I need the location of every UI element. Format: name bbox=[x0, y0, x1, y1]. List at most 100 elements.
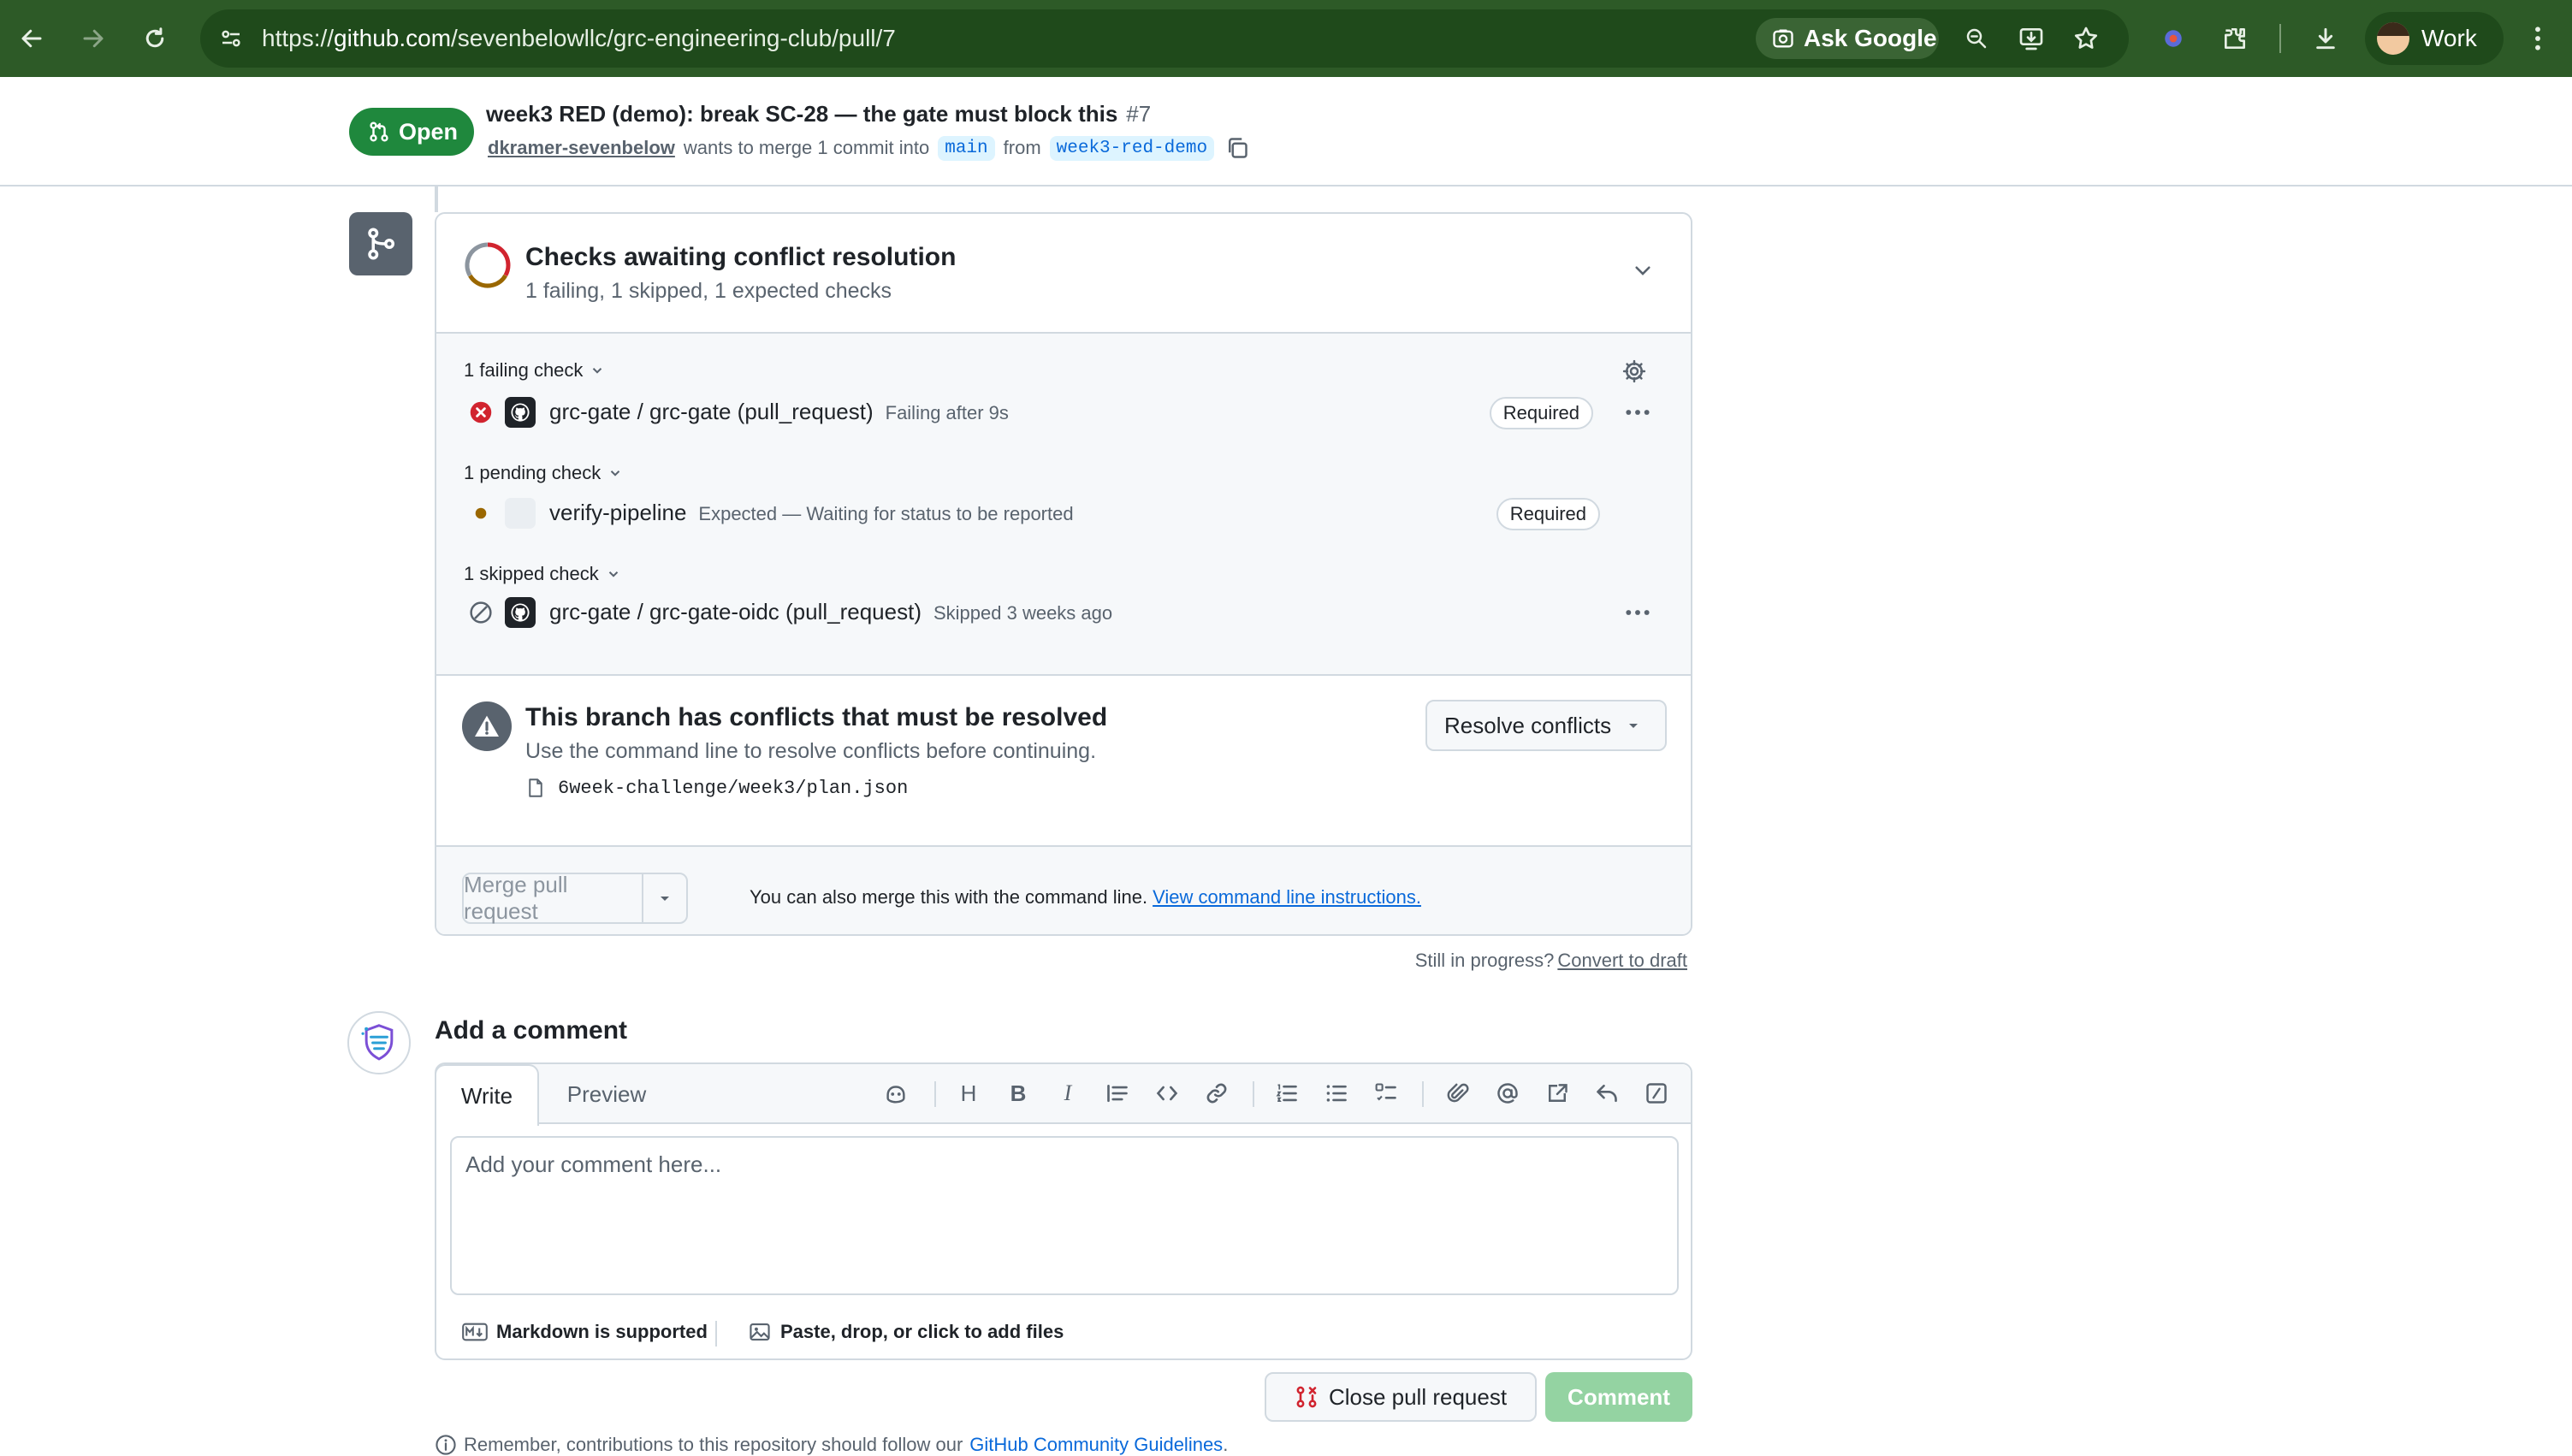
editor-footer: Markdown is supported Paste, drop, or cl… bbox=[436, 1304, 1691, 1360]
pr-state-label: Open bbox=[399, 118, 459, 145]
merge-pull-request-button[interactable]: Merge pull request bbox=[464, 872, 643, 924]
check-name[interactable]: grc-gate / grc-gate-oidc (pull_request) bbox=[549, 599, 922, 624]
draft-prompt-text: Still in progress? bbox=[1414, 950, 1555, 971]
reload-icon[interactable] bbox=[133, 17, 176, 60]
attach-files-button[interactable]: Paste, drop, or click to add files bbox=[748, 1321, 1064, 1343]
draft-prompt: Still in progress? Convert to draft bbox=[1415, 950, 1687, 972]
copilot-icon[interactable] bbox=[879, 1076, 913, 1110]
forward-icon[interactable] bbox=[72, 17, 115, 60]
pr-from-text: from bbox=[1003, 137, 1041, 158]
github-actions-icon bbox=[505, 397, 536, 428]
check-row-verify-pipeline[interactable]: verify-pipeline Expected — Waiting for st… bbox=[436, 491, 1691, 534]
kebab-menu-icon[interactable] bbox=[1619, 397, 1656, 428]
check-name[interactable]: grc-gate / grc-gate (pull_request) bbox=[549, 399, 874, 424]
address-bar[interactable]: https://github.com/sevenbelowllc/grc-eng… bbox=[200, 9, 2129, 68]
caret-down-icon bbox=[661, 897, 669, 901]
profile-label: Work bbox=[2421, 25, 2477, 51]
check-row-grc-gate-oidc[interactable]: grc-gate / grc-gate-oidc (pull_request) S… bbox=[436, 590, 1691, 633]
skipped-icon bbox=[469, 601, 493, 624]
checks-header[interactable]: Checks awaiting conflict resolution 1 fa… bbox=[436, 214, 1691, 334]
add-comment-heading: Add a comment bbox=[435, 1016, 628, 1045]
merge-options-dropdown[interactable] bbox=[643, 874, 686, 922]
paperclip-icon[interactable] bbox=[1441, 1076, 1475, 1110]
profile-button[interactable]: Work bbox=[2365, 12, 2504, 65]
pr-merge-text: wants to merge 1 commit into bbox=[683, 137, 930, 158]
skipped-group-label: 1 skipped check bbox=[464, 563, 599, 584]
tab-write[interactable]: Write bbox=[435, 1064, 539, 1126]
ordered-list-icon[interactable] bbox=[1270, 1076, 1304, 1110]
link-icon[interactable] bbox=[1200, 1076, 1234, 1110]
check-description: Failing after 9s bbox=[885, 402, 1009, 423]
back-icon[interactable] bbox=[10, 17, 53, 60]
pending-group-label: 1 pending check bbox=[464, 462, 602, 483]
skipped-checks-toggle[interactable]: 1 skipped check bbox=[464, 563, 621, 585]
comment-submit-button[interactable]: Comment bbox=[1545, 1372, 1692, 1422]
tab-preview[interactable]: Preview bbox=[551, 1064, 662, 1124]
ask-google-button[interactable]: Ask Google bbox=[1756, 18, 1939, 59]
remember-period: . bbox=[1223, 1434, 1229, 1455]
merge-row: Merge pull request You can also merge th… bbox=[436, 847, 1691, 934]
pr-meta: dkramer-sevenbelow wants to merge 1 comm… bbox=[488, 133, 1252, 163]
conflict-section: This branch has conflicts that must be r… bbox=[436, 676, 1691, 847]
attach-note: Paste, drop, or click to add files bbox=[780, 1321, 1064, 1342]
install-app-icon[interactable] bbox=[2012, 20, 2050, 57]
pending-checks-toggle[interactable]: 1 pending check bbox=[464, 462, 623, 484]
task-list-icon[interactable] bbox=[1369, 1076, 1403, 1110]
heading-icon[interactable]: H bbox=[951, 1076, 986, 1110]
extension-chromatic-icon[interactable] bbox=[2154, 20, 2192, 57]
convert-to-draft-link[interactable]: Convert to draft bbox=[1557, 950, 1687, 971]
quote-icon[interactable] bbox=[1100, 1076, 1135, 1110]
url-text[interactable]: https://github.com/sevenbelowllc/grc-eng… bbox=[262, 9, 896, 68]
timeline-connector bbox=[435, 186, 438, 212]
zoom-icon[interactable] bbox=[1958, 20, 1995, 57]
chevron-down-icon[interactable] bbox=[1626, 253, 1660, 287]
browser-toolbar: https://github.com/sevenbelowllc/grc-eng… bbox=[0, 0, 2572, 77]
gear-icon[interactable] bbox=[1619, 356, 1650, 387]
site-settings-icon[interactable] bbox=[216, 23, 246, 54]
head-branch-chip[interactable]: week3-red-demo bbox=[1049, 135, 1215, 161]
code-icon[interactable] bbox=[1150, 1076, 1184, 1110]
conflict-file: 6week-challenge/week3/plan.json bbox=[525, 777, 908, 799]
merge-command-line-note: You can also merge this with the command… bbox=[750, 886, 1421, 909]
comment-editor: Write Preview H B I Add your comment her… bbox=[435, 1062, 1692, 1360]
resolve-conflicts-label: Resolve conflicts bbox=[1444, 712, 1612, 738]
cross-reference-icon[interactable] bbox=[1540, 1076, 1574, 1110]
bookmark-star-icon[interactable] bbox=[2067, 20, 2105, 57]
community-guidelines-link[interactable]: GitHub Community Guidelines bbox=[969, 1434, 1223, 1456]
extensions-puzzle-icon[interactable] bbox=[2216, 20, 2254, 57]
slash-commands-icon[interactable] bbox=[1639, 1076, 1674, 1110]
close-pull-request-button[interactable]: Close pull request bbox=[1265, 1372, 1537, 1422]
downloads-icon[interactable] bbox=[2307, 20, 2344, 57]
alert-icon bbox=[462, 701, 512, 751]
markdown-supported-link[interactable]: Markdown is supported bbox=[462, 1321, 708, 1343]
pr-sticky-header: Open week3 RED (demo): break SC-28 — the… bbox=[0, 77, 2572, 186]
resolve-conflicts-button[interactable]: Resolve conflicts bbox=[1425, 700, 1667, 751]
check-row-grc-gate[interactable]: grc-gate / grc-gate (pull_request) Failin… bbox=[436, 390, 1691, 433]
comment-textarea[interactable] bbox=[450, 1136, 1679, 1295]
reply-icon[interactable] bbox=[1590, 1076, 1624, 1110]
pr-author-link[interactable]: dkramer-sevenbelow bbox=[488, 137, 675, 159]
copy-branch-icon[interactable] bbox=[1223, 133, 1252, 163]
remember-text: Remember, contributions to this reposito… bbox=[464, 1434, 963, 1455]
pr-number: #7 bbox=[1126, 101, 1152, 127]
caret-down-icon bbox=[1629, 724, 1639, 728]
italic-icon[interactable]: I bbox=[1051, 1076, 1085, 1110]
info-icon bbox=[436, 1435, 456, 1455]
required-badge: Required bbox=[1496, 498, 1600, 530]
pending-dot-icon bbox=[469, 501, 493, 525]
kebab-menu-icon[interactable] bbox=[1619, 597, 1656, 628]
ask-google-label: Ask Google bbox=[1804, 25, 1937, 51]
base-branch-chip[interactable]: main bbox=[938, 135, 995, 161]
checks-summary: 1 failing, 1 skipped, 1 expected checks bbox=[525, 279, 892, 303]
unordered-list-icon[interactable] bbox=[1319, 1076, 1354, 1110]
heading-glyph: H bbox=[960, 1080, 977, 1106]
checks-list: 1 failing check grc-gate / grc-gate (pul… bbox=[436, 334, 1691, 676]
browser-menu-icon[interactable] bbox=[2519, 20, 2557, 57]
command-line-instructions-link[interactable]: View command line instructions. bbox=[1153, 886, 1421, 908]
failing-checks-toggle[interactable]: 1 failing check bbox=[464, 359, 605, 382]
bold-icon[interactable]: B bbox=[1001, 1076, 1035, 1110]
pull-request-icon bbox=[370, 121, 388, 142]
mention-icon[interactable] bbox=[1490, 1076, 1525, 1110]
commenter-avatar[interactable] bbox=[347, 1011, 411, 1074]
conflict-title: This branch has conflicts that must be r… bbox=[525, 703, 1108, 731]
